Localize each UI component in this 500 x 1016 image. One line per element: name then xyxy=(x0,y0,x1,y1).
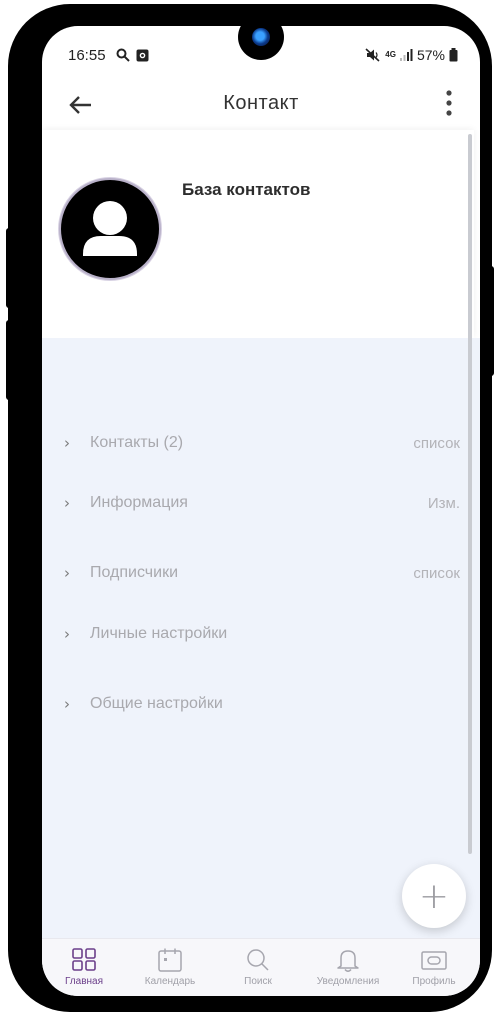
contact-sections-list: › Контакты (2) список › Информация Изм. … xyxy=(42,338,480,938)
grid-icon xyxy=(72,948,96,971)
front-camera xyxy=(238,14,284,60)
nav-label: Календарь xyxy=(144,976,196,987)
list-item-contacts[interactable]: › Контакты (2) список xyxy=(42,424,474,464)
side-button-left-bottom xyxy=(6,320,12,400)
chevron-right-icon: › xyxy=(64,494,70,512)
search-icon xyxy=(247,949,269,971)
nav-item-search[interactable]: Поиск xyxy=(218,947,298,987)
mute-icon xyxy=(365,48,380,62)
user-avatar-icon xyxy=(83,201,137,256)
plus-icon: + xyxy=(418,875,450,917)
nav-item-notifications[interactable]: Уведомления xyxy=(308,947,388,987)
contact-header-card: База контактов xyxy=(42,130,474,338)
signal-icon xyxy=(399,49,413,61)
list-item-personal-settings[interactable]: › Личные настройки xyxy=(42,615,474,655)
list-item-label: Подписчики xyxy=(90,564,179,581)
add-button[interactable]: + xyxy=(402,864,466,928)
app-notification-icon xyxy=(136,49,149,61)
list-item-subscribers[interactable]: › Подписчики список xyxy=(42,554,474,594)
nav-label: Уведомления xyxy=(316,976,380,987)
avatar[interactable] xyxy=(59,178,161,280)
status-time: 16:55 xyxy=(68,47,106,64)
bottom-nav: Главная Календарь Поиск Уведомления Проф… xyxy=(42,938,480,996)
nav-item-profile[interactable]: Профиль xyxy=(394,947,474,987)
network-type: 4G xyxy=(385,50,396,59)
screen: 16:55 4G 57% Контакт База контактов › Ко… xyxy=(42,26,480,996)
nav-item-calendar[interactable]: Календарь xyxy=(130,947,210,987)
more-vertical-icon[interactable] xyxy=(442,88,456,118)
profile-card-icon xyxy=(421,951,447,970)
nav-item-home[interactable]: Главная xyxy=(44,947,124,987)
side-button-left-top xyxy=(6,228,12,308)
battery-icon xyxy=(449,48,458,62)
nav-label: Профиль xyxy=(412,976,456,987)
chevron-right-icon: › xyxy=(64,695,70,713)
list-item-label: Личные настройки xyxy=(90,625,228,642)
list-item-action[interactable]: список xyxy=(413,435,460,452)
list-item-action[interactable]: Изм. xyxy=(428,495,460,512)
list-item-action[interactable]: список xyxy=(413,565,460,582)
chevron-right-icon: › xyxy=(64,625,70,643)
list-item-label: Контакты (2) xyxy=(90,434,184,451)
contact-name: База контактов xyxy=(182,180,311,199)
list-item-information[interactable]: › Информация Изм. xyxy=(42,484,474,524)
scrollbar[interactable] xyxy=(468,134,472,854)
bell-icon xyxy=(337,950,359,972)
chevron-right-icon: › xyxy=(64,434,70,452)
chevron-right-icon: › xyxy=(64,564,70,582)
nav-label: Главная xyxy=(64,976,104,987)
nav-label: Поиск xyxy=(244,976,272,987)
phone-frame: 16:55 4G 57% Контакт База контактов › Ко… xyxy=(6,4,494,1012)
page-title: Контакт xyxy=(223,92,299,114)
status-left-icons xyxy=(116,48,149,62)
list-item-label: Информация xyxy=(90,494,188,511)
status-right: 4G 57% xyxy=(365,47,458,63)
app-bar: Контакт xyxy=(42,84,480,130)
list-item-general-settings[interactable]: › Общие настройки xyxy=(42,685,474,725)
list-item-label: Общие настройки xyxy=(90,695,223,712)
battery-percent: 57% xyxy=(416,47,445,63)
search-status-icon xyxy=(116,48,130,62)
calendar-icon xyxy=(158,948,182,972)
side-button-right xyxy=(488,266,494,376)
